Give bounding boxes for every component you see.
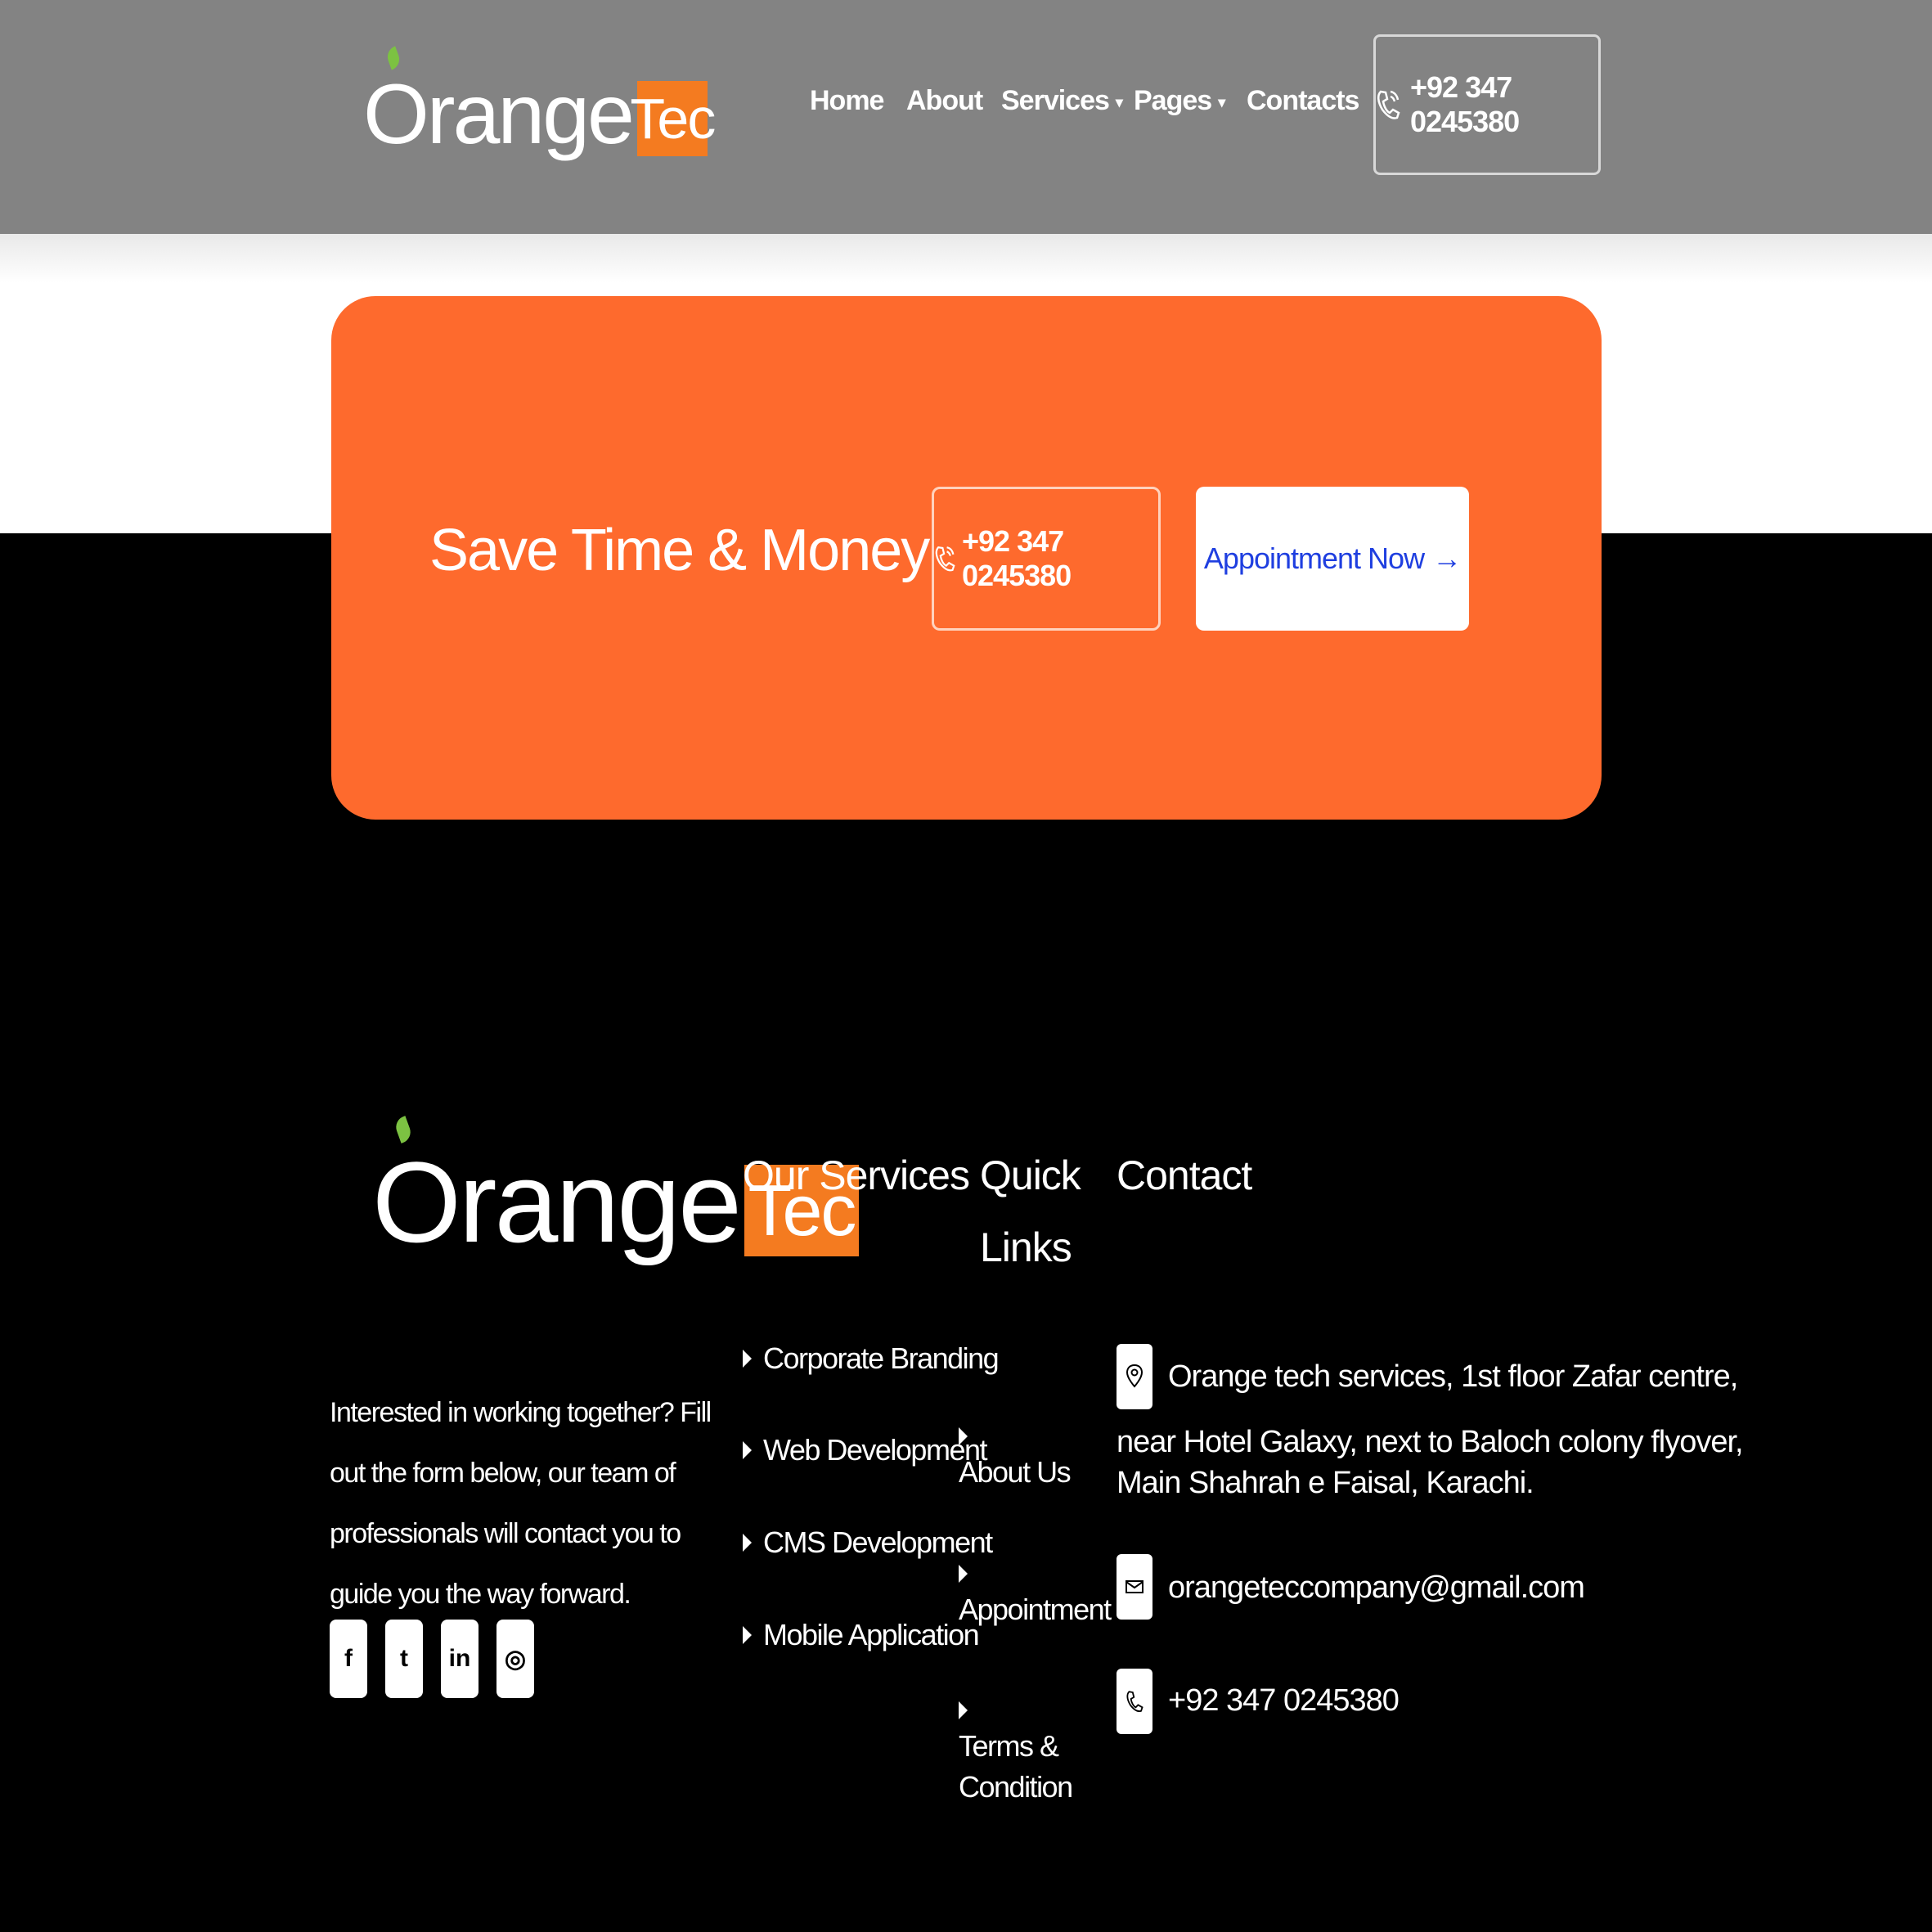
logo-wordmark: Orange bbox=[372, 1116, 742, 1260]
chevron-down-icon: ▾ bbox=[1218, 93, 1225, 110]
contact-phone[interactable]: +92 347 0245380 bbox=[1168, 1680, 1400, 1721]
twitter-icon[interactable]: t bbox=[385, 1620, 423, 1698]
linkedin-icon[interactable]: in bbox=[441, 1620, 479, 1698]
appointment-label: Appointment Now bbox=[1203, 541, 1425, 575]
chevron-down-icon: ▾ bbox=[1115, 93, 1123, 110]
cta-title: Save Time & Money bbox=[429, 518, 930, 583]
social-links: f t in ◎ bbox=[330, 1620, 534, 1698]
header-logo[interactable]: Orange Tec bbox=[363, 46, 716, 164]
service-link-web-development[interactable]: Web Development bbox=[743, 1433, 988, 1467]
mail-icon bbox=[1117, 1554, 1152, 1620]
caret-right-icon bbox=[743, 1350, 752, 1368]
nav-about[interactable]: About bbox=[906, 85, 983, 117]
contact-heading: Contact bbox=[1117, 1152, 1252, 1198]
cta-phone-number: +92 347 0245380 bbox=[962, 524, 1072, 592]
arrow-right-icon: → bbox=[1432, 541, 1462, 575]
logo-wordmark: Orange bbox=[363, 46, 635, 157]
quick-link-appointment[interactable]: Appointment bbox=[959, 1565, 1112, 1630]
contact-address-line2: near Hotel Galaxy, next to Baloch colony… bbox=[1117, 1425, 1744, 1459]
contact-address-line1: Orange tech services, 1st floor Zafar ce… bbox=[1168, 1359, 1738, 1394]
caret-right-icon bbox=[743, 1626, 752, 1644]
services-heading: Our Services bbox=[743, 1152, 970, 1198]
nav-contacts[interactable]: Contacts bbox=[1247, 85, 1359, 117]
caret-right-icon bbox=[959, 1565, 968, 1583]
contact-email[interactable]: orangeteccompany@gmail.com bbox=[1168, 1567, 1585, 1608]
appointment-now-button[interactable]: Appointment Now → bbox=[1196, 487, 1469, 631]
header-phone-button[interactable]: +92 347 0245380 bbox=[1373, 34, 1601, 175]
phone-icon bbox=[1117, 1669, 1152, 1734]
service-link-mobile-application[interactable]: Mobile Application bbox=[743, 1618, 980, 1652]
service-link-cms-development[interactable]: CMS Development bbox=[743, 1525, 993, 1560]
footer-logo[interactable]: Orange Tec bbox=[372, 1116, 859, 1276]
caret-right-icon bbox=[743, 1534, 752, 1552]
service-link-corporate-branding[interactable]: Corporate Branding bbox=[743, 1341, 1000, 1376]
location-pin-icon bbox=[1117, 1344, 1152, 1409]
quick-links-heading-line2: Links bbox=[980, 1224, 1072, 1270]
logo-tec-badge: Tec bbox=[630, 81, 716, 156]
caret-right-icon bbox=[959, 1427, 968, 1445]
nav-services[interactable]: Services ▾ bbox=[1001, 85, 1123, 117]
facebook-icon[interactable]: f bbox=[330, 1620, 367, 1698]
instagram-icon[interactable]: ◎ bbox=[496, 1620, 534, 1698]
nav-pages[interactable]: Pages ▾ bbox=[1134, 85, 1225, 117]
footer-description: Interested in working together? Fill out… bbox=[330, 1397, 712, 1610]
cta-phone-button[interactable]: +92 347 0245380 bbox=[932, 487, 1161, 631]
caret-right-icon bbox=[959, 1701, 968, 1719]
contact-address-line3: Main Shahrah e Faisal, Karachi. bbox=[1117, 1466, 1534, 1500]
cta-banner: Save Time & Money +92 347 0245380 Appoin… bbox=[331, 296, 1602, 820]
quick-link-terms[interactable]: Terms & Condition bbox=[959, 1701, 1073, 1808]
quick-links-heading-line1: Quick bbox=[980, 1152, 1081, 1198]
phone-icon bbox=[934, 543, 955, 574]
quick-link-about-us[interactable]: About Us bbox=[959, 1427, 1073, 1493]
header-phone-number: +92 347 0245380 bbox=[1410, 70, 1520, 138]
phone-icon bbox=[1376, 88, 1400, 121]
caret-right-icon bbox=[743, 1441, 752, 1459]
site-header: Orange Tec Home About Services ▾ Pages ▾ C… bbox=[0, 0, 1932, 234]
nav-home[interactable]: Home bbox=[810, 85, 884, 117]
